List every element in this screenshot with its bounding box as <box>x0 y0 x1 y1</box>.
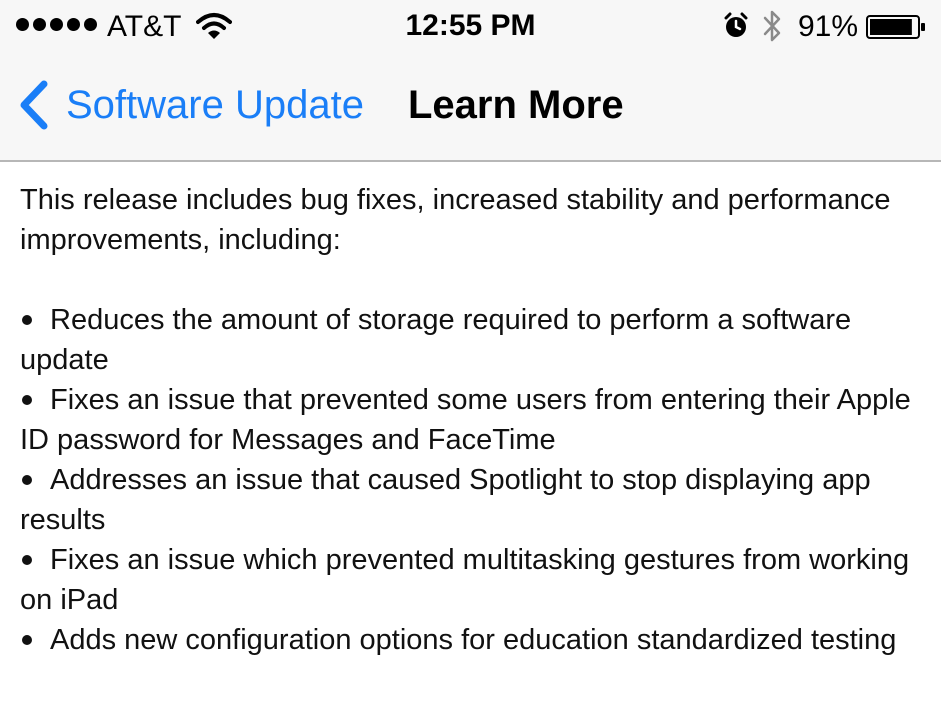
page-title: Learn More <box>408 83 624 127</box>
header: AT&T 12:55 PM 91% Software Update Learn … <box>0 0 941 162</box>
bullet-icon <box>22 555 32 565</box>
list-item: Adds new configuration options for educa… <box>20 620 925 660</box>
list-item: Addresses an issue that caused Spotlight… <box>20 460 925 540</box>
list-item-text: Fixes an issue that prevented some users… <box>20 384 911 456</box>
back-button[interactable]: Software Update <box>18 80 364 130</box>
list-item-text: Reduces the amount of storage required t… <box>20 304 852 376</box>
list-item: Fixes an issue which prevented multitask… <box>20 540 925 620</box>
status-bar: AT&T 12:55 PM 91% <box>0 0 941 52</box>
bullet-icon <box>22 475 32 485</box>
navigation-bar: Software Update Learn More <box>0 52 941 160</box>
alarm-icon <box>724 12 748 37</box>
screen: AT&T 12:55 PM 91% Software Update Learn … <box>0 0 941 715</box>
release-notes: This release includes bug fixes, increas… <box>20 180 925 660</box>
back-button-label: Software Update <box>66 83 364 127</box>
battery-icon <box>866 15 925 39</box>
bullet-icon <box>22 395 32 405</box>
list-item-text: Addresses an issue that caused Spotlight… <box>20 464 871 536</box>
list-item-text: Fixes an issue which prevented multitask… <box>20 544 910 616</box>
battery-fill <box>870 19 912 35</box>
bullet-icon <box>22 315 32 325</box>
list-item-text: Adds new configuration options for educa… <box>50 624 897 656</box>
list-item: Fixes an issue that prevented some users… <box>20 380 925 460</box>
battery-percent: 91% <box>798 10 859 43</box>
bluetooth-icon <box>763 10 781 42</box>
list-item: Reduces the amount of storage required t… <box>20 300 925 380</box>
release-notes-intro: This release includes bug fixes, increas… <box>20 184 891 256</box>
release-notes-list: Reduces the amount of storage required t… <box>20 300 925 660</box>
chevron-left-icon <box>20 80 48 130</box>
bullet-icon <box>22 635 32 645</box>
